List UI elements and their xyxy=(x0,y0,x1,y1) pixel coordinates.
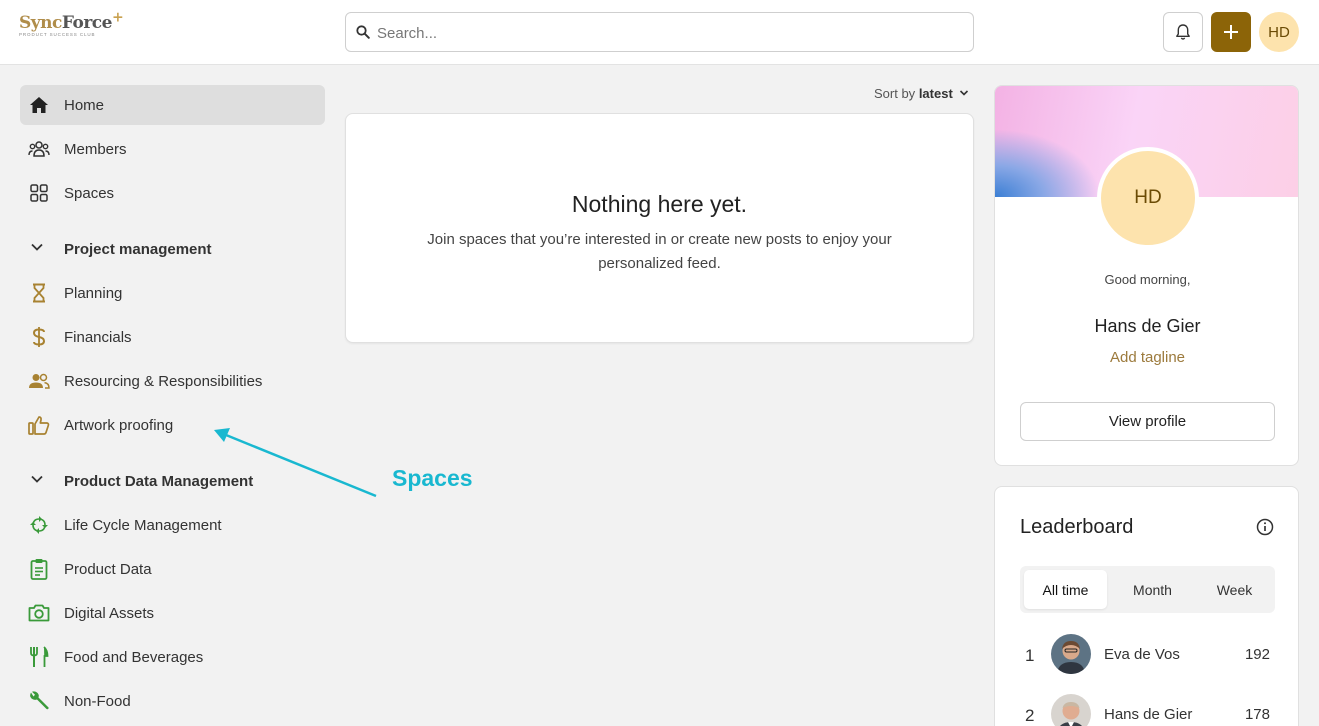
logo-wordmark: SyncForce+ xyxy=(19,9,124,33)
tab-all-time[interactable]: All time xyxy=(1024,570,1107,609)
sidebar-item-label: Digital Assets xyxy=(64,604,155,622)
search-icon xyxy=(356,25,370,39)
bell-icon xyxy=(1176,24,1190,40)
annotation-label: Spaces xyxy=(392,465,473,491)
sort-value: latest xyxy=(918,86,953,101)
sidebar-item-label: Financials xyxy=(64,328,132,346)
leaderboard-tabs: All time Month Week xyxy=(1020,566,1275,613)
leaderboard-card: Leaderboard All time Month Week 1 Eva de… xyxy=(994,486,1299,726)
empty-feed-text: Join spaces that you’re interested in or… xyxy=(427,231,892,272)
cycle-icon xyxy=(28,514,50,536)
leaderboard-title: Leaderboard xyxy=(1020,516,1134,538)
clipboard-icon xyxy=(28,558,50,580)
chevron-down-icon xyxy=(960,90,969,96)
search-bar[interactable] xyxy=(345,12,974,52)
sidebar-item-resourcing[interactable]: Resourcing & Responsibilities xyxy=(20,361,325,401)
member-points: 192 xyxy=(1244,646,1270,663)
sidebar-item-planning[interactable]: Planning xyxy=(20,273,325,313)
sidebar-item-label: Life Cycle Management xyxy=(64,516,222,534)
leaderboard-rank: 1 xyxy=(1025,646,1035,665)
wrench-icon xyxy=(28,690,50,712)
empty-feed-card: Nothing here yet. Join spaces that you’r… xyxy=(345,113,974,343)
chevron-down-icon xyxy=(30,240,44,259)
empty-feed-title: Nothing here yet. xyxy=(571,191,748,217)
leaderboard-row[interactable]: 2 Hans de Gier 178 xyxy=(1020,694,1275,726)
grid-icon xyxy=(28,182,50,204)
sidebar-item-spaces[interactable]: Spaces xyxy=(20,173,325,213)
info-icon[interactable] xyxy=(1256,518,1274,536)
syncforce-logo[interactable]: SyncForce+ PRODUCT SUCCESS CLUB xyxy=(19,9,124,47)
thumbs-up-icon xyxy=(28,414,50,436)
sidebar-item-label: Spaces xyxy=(64,184,115,202)
create-post-button[interactable] xyxy=(1211,12,1251,52)
notifications-button[interactable] xyxy=(1163,12,1203,52)
sidebar-item-label: Planning xyxy=(64,284,123,302)
sidebar-item-label: Food and Beverages xyxy=(64,648,204,666)
sidebar-item-non-food[interactable]: Non-Food xyxy=(20,681,325,721)
hourglass-icon xyxy=(28,282,50,304)
greeting-text: Good morning, xyxy=(1104,272,1191,287)
profile-card: HD Good morning, Hans de Gier Add taglin… xyxy=(994,85,1299,466)
member-points: 178 xyxy=(1244,706,1270,723)
section-title: Project management xyxy=(64,240,212,258)
sidebar-item-label: Non-Food xyxy=(64,692,131,710)
profile-name: Hans de Gier xyxy=(1094,316,1201,336)
profile-avatar[interactable]: HD xyxy=(1097,147,1199,249)
view-profile-button[interactable]: View profile xyxy=(1020,402,1275,441)
dollar-icon xyxy=(28,326,50,348)
plus-icon xyxy=(1224,25,1238,39)
section-project-management[interactable]: Project management xyxy=(20,229,325,269)
sidebar-item-life-cycle-management[interactable]: Life Cycle Management xyxy=(20,505,325,545)
sidebar-item-label: Home xyxy=(64,96,105,114)
sidebar-item-financials[interactable]: Financials xyxy=(20,317,325,357)
sidebar-item-food-and-beverages[interactable]: Food and Beverages xyxy=(20,637,325,677)
top-header: SyncForce+ PRODUCT SUCCESS CLUB HD xyxy=(0,0,1319,65)
member-name: Eva de Vos xyxy=(1104,646,1180,663)
sidebar-nav: Home Members Spaces Project management P… xyxy=(20,85,325,725)
member-avatar xyxy=(1051,694,1091,726)
member-name: Hans de Gier xyxy=(1104,706,1193,723)
chevron-down-icon xyxy=(30,472,44,491)
sidebar-item-members[interactable]: Members xyxy=(20,129,325,169)
sort-prefix: Sort by xyxy=(874,86,916,101)
sidebar-item-label: Product Data xyxy=(64,560,152,578)
camera-icon xyxy=(28,602,50,624)
annotation-arrow xyxy=(214,428,377,498)
members-icon xyxy=(28,138,50,160)
add-tagline-link[interactable]: Add tagline xyxy=(995,349,1298,366)
member-avatar xyxy=(1051,634,1091,674)
sort-dropdown[interactable]: Sort by latest xyxy=(874,86,969,101)
sidebar-item-label: Artwork proofing xyxy=(64,416,174,434)
user-avatar-button[interactable]: HD xyxy=(1259,12,1299,52)
sidebar-item-label: Resourcing & Responsibilities xyxy=(64,372,263,390)
sidebar-item-digital-assets[interactable]: Digital Assets xyxy=(20,593,325,633)
sidebar-item-home[interactable]: Home xyxy=(20,85,325,125)
people-icon xyxy=(28,370,50,392)
home-icon xyxy=(28,94,50,116)
leaderboard-row[interactable]: 1 Eva de Vos 192 xyxy=(1020,634,1275,678)
leaderboard-rank: 2 xyxy=(1025,706,1035,725)
tab-week[interactable]: Week xyxy=(1198,570,1271,609)
fork-knife-icon xyxy=(28,646,50,668)
sidebar-item-product-data[interactable]: Product Data xyxy=(20,549,325,589)
sidebar-item-label: Members xyxy=(64,140,127,158)
search-input[interactable] xyxy=(377,22,957,44)
tab-month[interactable]: Month xyxy=(1111,570,1194,609)
